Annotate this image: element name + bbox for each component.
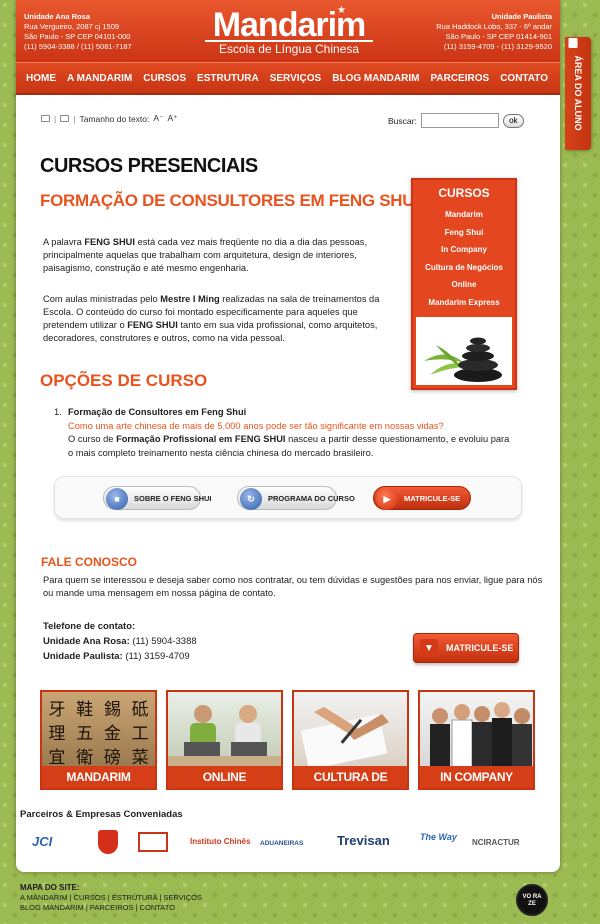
partner-logo-icon[interactable] [138,832,168,852]
nav-blog[interactable]: BLOG MANDARIM [332,73,419,84]
unit-ana-rosa-info: Unidade Ana Rosa Rua Vergueiro, 2087 cj … [24,12,132,52]
nav-servicos[interactable]: SERVIÇOS [270,73,322,84]
sidebar-item-feng-shui[interactable]: Feng Shui [413,224,515,242]
online-photo [168,705,281,770]
unit-city: São Paulo - SP CEP 04101-000 [24,32,131,41]
courses-sidebar: CURSOS Mandarim Feng Shui In Company Cul… [411,178,517,390]
email-icon[interactable] [60,115,70,122]
refresh-icon: ↻ [240,488,262,510]
contact-phones: Telefone de contato: Unidade Ana Rosa: (… [43,621,197,662]
handshake-photo [300,707,389,770]
student-area-tab[interactable]: ÁREA DO ALUNO [565,37,591,150]
page-container: Unidade Ana Rosa Rua Vergueiro, 2087 cj … [16,0,560,872]
about-feng-shui-button[interactable]: ■ SOBRE O FENG SHUI [103,486,212,510]
chevron-down-icon: ▼ [420,639,438,657]
stones-image [416,317,512,385]
option-number: 1. [54,407,62,417]
page-tools: | | Tamanho do texto: A⁻ A⁺ [41,113,178,124]
site-map-title: MAPA DO SITE: [20,883,80,892]
site-map-links-1[interactable]: A MANDARIM | CURSOS | ESTRUTURA | SERVIÇ… [20,893,202,902]
text-size-label: Tamanho do texto: [79,113,150,124]
partner-the-way[interactable]: The Way [420,832,457,842]
teacher-paragraph: Com aulas ministradas pelo Mestre I Ming… [43,294,380,343]
contact-title: FALE CONOSCO [41,555,138,569]
unit-city: São Paulo - SP CEP 01414-901 [445,32,552,41]
option-title: Formação de Consultores em Feng Shui [68,407,247,417]
partners-logos: JCI Instituto Chinês ADUANEIRAS Trevisan… [30,828,548,862]
logo-main: Mandarim [212,6,367,44]
partner-instituto-chines[interactable]: Instituto Chinês [190,837,250,846]
logo[interactable]: Mandarim Escola de Língua Chinesa ★ [205,5,373,56]
tile-cultura[interactable]: CULTURA DE NEGÓCIOS [292,690,409,790]
sidebar-item-cultura[interactable]: Cultura de Negócios [413,259,515,277]
nav-parceiros[interactable]: PARCEIROS [430,73,489,84]
search-label: Buscar: [388,115,417,126]
course-title: FORMAÇÃO DE CONSULTORES EM FENG SHUI [40,191,419,210]
sidebar-title: CURSOS [438,186,490,200]
unit-name: Unidade Paulista [491,12,552,21]
option-list: 1. Formação de Consultores em Feng Shui … [54,407,510,458]
intro-paragraph: A palavra FENG SHUI está cada vez mais f… [43,237,368,273]
sidebar-item-mandarim[interactable]: Mandarim [413,206,515,224]
text-decrease-button[interactable]: A⁻ [153,113,163,124]
course-tiles: 牙 鞋 錫 砥 理 五 金 工 宜 衛 磅 菜 MANDARIM ONLINE [40,690,535,790]
shield-logo-icon[interactable] [98,830,118,854]
enroll-large-button[interactable]: ▼ MATRICULE-SE [413,633,519,663]
partners-title: Parceiros & Empresas Conveniadas [20,809,183,820]
nav-a-mandarim[interactable]: A MANDARIM [67,73,132,84]
unit-name: Unidade Ana Rosa [24,12,90,21]
nav-estrutura[interactable]: ESTRUTURA [197,73,259,84]
logo-sub: Escola de Língua Chinesa [205,40,373,56]
search-button[interactable]: ok [502,113,524,128]
course-actions-bar: ■ SOBRE O FENG SHUI ↻ PROGRAMA DO CURSO … [54,476,522,519]
search-form: Buscar: ok [388,113,524,128]
tile-in-company[interactable]: IN COMPANY [418,690,535,790]
unit-paulista-info: Unidade Paulista Rua Haddock Lobo, 337 -… [436,12,552,52]
nav-home[interactable]: HOME [26,73,56,84]
partner-aduaneiras[interactable]: ADUANEIRAS [260,840,303,847]
arrow-right-icon: ▶ [376,488,398,510]
nav-cursos[interactable]: CURSOS [143,73,186,84]
partner-jci[interactable]: JCI [32,834,52,849]
main-nav: HOME A MANDARIM CURSOS ESTRUTURA SERVIÇO… [16,62,560,95]
lock-icon [568,38,578,48]
tile-mandarim[interactable]: 牙 鞋 錫 砥 理 五 金 工 宜 衛 磅 菜 MANDARIM [40,690,157,790]
partner-trevisan[interactable]: Trevisan [337,833,390,848]
partner-nciractur[interactable]: NCIRACTUR [472,838,520,847]
sidebar-item-express[interactable]: Mandarim Express [413,294,515,312]
enroll-button[interactable]: ▶ MATRICULE-SE [373,486,471,510]
site-map: MAPA DO SITE: A MANDARIM | CURSOS | ESTR… [20,883,202,913]
site-map-links-2[interactable]: BLOG MANDARIM | PARCEIROS | CONTATO [20,903,175,912]
unit-phones: (11) 5904-3388 / (11) 5081-7187 [24,42,132,51]
option-question: Como uma arte chinesa de mais de 5.000 a… [68,420,444,431]
sidebar-item-in-company[interactable]: In Company [413,241,515,259]
print-icon[interactable] [41,115,50,122]
course-program-button[interactable]: ↻ PROGRAMA DO CURSO [237,486,355,510]
unit-address: Rua Vergueiro, 2087 cj 1509 [24,22,120,31]
header: Unidade Ana Rosa Rua Vergueiro, 2087 cj … [16,0,560,62]
section-title: CURSOS PRESENCIAIS [40,155,258,177]
text-increase-button[interactable]: A⁺ [168,113,178,124]
star-icon: ★ [337,5,346,16]
tile-online[interactable]: ONLINE [166,690,283,790]
team-photo [430,702,532,770]
unit-phones: (11) 3159-4709 - (11) 3129-9520 [443,42,552,51]
options-title: OPÇÕES DE CURSO [40,371,208,390]
voraz-logo[interactable]: VO RA ZE [516,884,548,916]
sidebar-item-online[interactable]: Online [413,276,515,294]
document-icon: ■ [106,488,128,510]
unit-address: Rua Haddock Lobo, 337 - 6º andar [436,22,552,31]
chinese-characters: 牙 鞋 錫 砥 理 五 金 工 宜 衛 磅 菜 [48,700,152,767]
nav-contato[interactable]: CONTATO [500,73,548,84]
contact-text: Para quem se interessou e deseja saber c… [43,575,543,598]
search-input[interactable] [420,113,499,128]
